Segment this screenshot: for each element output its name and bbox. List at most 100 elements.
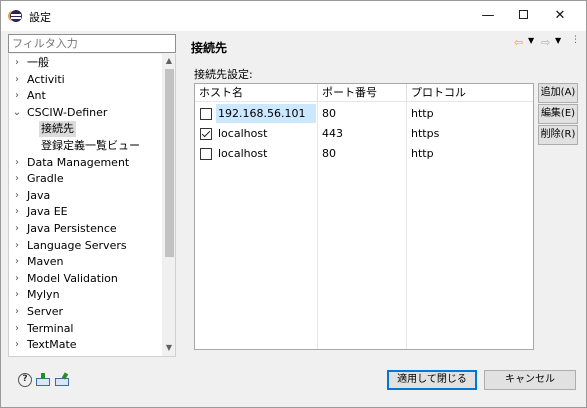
protocol-cell[interactable]: http: [411, 144, 434, 163]
export-folder-shape: [55, 378, 69, 386]
tree-scrollbar[interactable]: ▲ ▼: [162, 54, 175, 356]
host-cell[interactable]: localhost: [216, 144, 267, 163]
add-button[interactable]: 追加(A): [538, 83, 578, 103]
tree-item-label: 接続先: [39, 121, 76, 138]
chevron-right-icon[interactable]: ›: [12, 155, 22, 171]
tree-item-label: Data Management: [27, 155, 130, 169]
cancel-button[interactable]: キャンセル: [484, 370, 576, 390]
chevron-right-icon[interactable]: ›: [12, 287, 22, 303]
window-title: 設定: [29, 11, 51, 24]
chevron-right-icon[interactable]: ›: [12, 238, 22, 254]
chevron-right-icon[interactable]: ›: [12, 88, 22, 104]
tree-item[interactable]: › Java Persistence: [9, 221, 161, 237]
edit-button[interactable]: 編集(E): [538, 104, 578, 124]
tree-item[interactable]: › 一般: [9, 55, 161, 71]
protocol-cell[interactable]: https: [411, 124, 439, 143]
tree-item-label: Java: [27, 188, 51, 202]
tree-item[interactable]: › Server: [9, 304, 161, 320]
checkmark-icon: [201, 128, 211, 138]
tree-item-label: 登録定義一覧ビュー: [41, 139, 140, 152]
chevron-down-icon[interactable]: ⌄: [12, 105, 22, 121]
chevron-right-icon[interactable]: ›: [12, 204, 22, 220]
connection-table: ホスト名 ポート番号 プロトコル 192.168.56.101 80 http loc…: [194, 83, 534, 350]
chevron-right-icon[interactable]: ›: [12, 271, 22, 287]
tree-item[interactable]: › Java EE: [9, 204, 161, 220]
preferences-window: 設定 — ✕ › TextMate › Terminal › Server › Mylyn › M…: [0, 0, 587, 408]
tree-item-label: Java Persistence: [27, 222, 117, 235]
back-arrow-icon[interactable]: ⇦: [514, 36, 523, 49]
help-icon[interactable]: ?: [18, 373, 32, 387]
import-arrow-shape: [41, 373, 45, 379]
chevron-right-icon[interactable]: ›: [12, 304, 22, 320]
chevron-right-icon[interactable]: ›: [12, 171, 22, 187]
back-dropdown-icon[interactable]: ▼: [528, 36, 534, 45]
forward-arrow-icon[interactable]: ⇨: [541, 36, 550, 49]
connection-settings-label: 接続先設定:: [194, 68, 253, 81]
view-menu-icon[interactable]: ⋮: [571, 35, 580, 45]
chevron-right-icon[interactable]: ›: [12, 337, 22, 353]
maximize-button[interactable]: [508, 5, 538, 27]
tree-item-label: Ant: [27, 89, 46, 103]
filter-input[interactable]: [8, 34, 176, 53]
tree-item[interactable]: › Data Management: [9, 155, 161, 171]
host-cell[interactable]: localhost: [216, 124, 267, 143]
chevron-right-icon[interactable]: ›: [12, 254, 22, 270]
import-icon[interactable]: [36, 373, 50, 387]
port-cell[interactable]: 80: [322, 144, 336, 163]
eclipse-app-icon: [8, 10, 22, 22]
chevron-right-icon[interactable]: ›: [12, 72, 22, 88]
tree-item[interactable]: ⌄ CSCIW-Definer: [9, 105, 161, 121]
host-cell[interactable]: 192.168.56.101: [216, 104, 316, 123]
tree-item[interactable]: › Terminal: [9, 321, 161, 337]
chevron-right-icon[interactable]: ›: [12, 188, 22, 204]
tree-item-label: Maven: [27, 255, 64, 269]
tree-item[interactable]: › Activiti: [9, 72, 161, 88]
tree-item[interactable]: › Model Validation: [9, 271, 161, 287]
row-checkbox[interactable]: [200, 108, 212, 120]
tree-item-label: Model Validation: [27, 271, 118, 285]
protocol-cell[interactable]: http: [411, 104, 434, 123]
maximize-icon: [518, 10, 528, 19]
scroll-down-icon[interactable]: ▼: [162, 341, 175, 355]
forward-dropdown-icon[interactable]: ▼: [555, 36, 561, 45]
row-checkbox[interactable]: [200, 128, 212, 140]
page-header: 接続先 ⇦ ▼ ⇨ ▼ ⋮: [183, 31, 583, 61]
import-folder-shape: [36, 378, 50, 386]
chevron-right-icon[interactable]: ›: [12, 221, 22, 237]
scroll-up-icon[interactable]: ▲: [162, 54, 175, 68]
column-header-protocol[interactable]: プロトコル: [407, 84, 533, 102]
scroll-thumb[interactable]: [165, 69, 174, 257]
chevron-right-icon[interactable]: ›: [12, 321, 22, 337]
export-icon[interactable]: [55, 372, 69, 387]
preference-tree: › TextMate › Terminal › Server › Mylyn › Model Va…: [8, 54, 176, 357]
row-checkbox[interactable]: [200, 148, 212, 160]
tree-item[interactable]: 接続先: [9, 121, 161, 138]
tree-item[interactable]: › Mylyn: [9, 287, 161, 303]
tree-item-label: TextMate: [27, 338, 77, 352]
tree-item[interactable]: 登録定義一覧ビュー: [9, 138, 161, 154]
chevron-right-icon[interactable]: ›: [12, 55, 22, 71]
tree-item[interactable]: › Ant: [9, 88, 161, 104]
tree-item[interactable]: › TextMate: [9, 337, 161, 353]
table-row[interactable]: localhost 443 https: [195, 124, 533, 143]
tree-item-label: Gradle: [27, 172, 64, 186]
tree-item[interactable]: › Language Servers: [9, 238, 161, 254]
tree-item-label: CSCIW-Definer: [27, 105, 108, 119]
table-row[interactable]: 192.168.56.101 80 http: [195, 104, 533, 123]
tree-item[interactable]: › Gradle: [9, 171, 161, 187]
apply-and-close-button[interactable]: 適用して閉じる: [387, 370, 477, 390]
page-title: 接続先: [191, 41, 228, 55]
delete-button[interactable]: 削除(R): [538, 125, 578, 145]
column-header-host[interactable]: ホスト名: [195, 84, 318, 102]
port-cell[interactable]: 443: [322, 124, 343, 143]
tree-item-label: Language Servers: [27, 238, 127, 252]
close-button[interactable]: ✕: [545, 5, 575, 27]
tree-item[interactable]: › Maven: [9, 254, 161, 270]
tree-item-label: 一般: [27, 56, 49, 69]
column-header-port[interactable]: ポート番号: [318, 84, 407, 102]
tree-item-label: Mylyn: [27, 288, 60, 302]
tree-item[interactable]: › Java: [9, 188, 161, 204]
port-cell[interactable]: 80: [322, 104, 336, 123]
minimize-button[interactable]: —: [473, 5, 503, 27]
table-row[interactable]: localhost 80 http: [195, 144, 533, 163]
